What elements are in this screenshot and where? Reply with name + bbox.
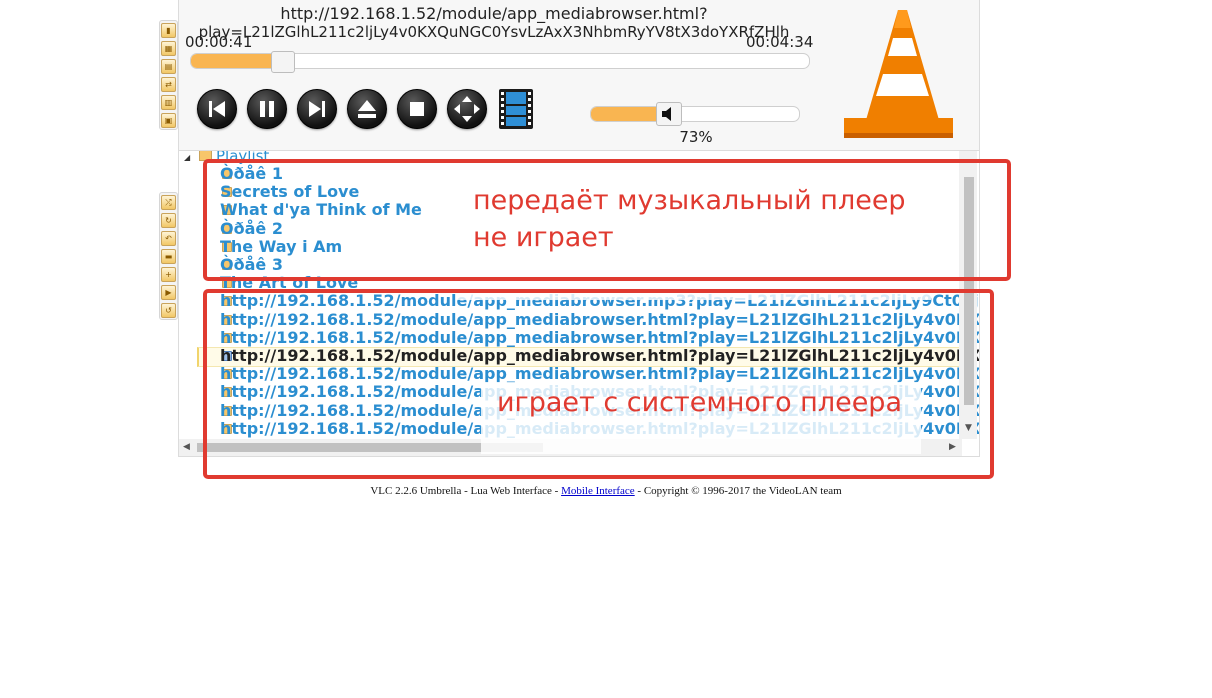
mobile-interface-link[interactable]: Mobile Interface <box>561 485 635 497</box>
scroll-left-icon[interactable]: ◀ <box>183 442 190 452</box>
annotation-text-top-line1: передаёт музыкальный плеер <box>473 185 906 216</box>
footer-suffix: - Copyright © 1996-2017 the VideoLAN tea… <box>634 485 842 497</box>
annotation-box-bottom <box>203 289 994 479</box>
browse-icon[interactable]: ▤ <box>161 59 176 74</box>
pause-icon <box>260 101 274 117</box>
vlc-cone-logo <box>844 10 953 138</box>
speaker-icon <box>662 107 671 121</box>
previous-icon <box>209 101 225 117</box>
footer: VLC 2.2.6 Umbrella - Lua Web Interface -… <box>0 485 1212 497</box>
time-elapsed: 00:00:41 <box>185 33 253 51</box>
collapse-triangle-icon[interactable]: ◢ <box>184 153 190 162</box>
stop-icon <box>410 102 424 116</box>
refresh-icon[interactable]: ↺ <box>161 303 176 318</box>
footer-prefix: VLC 2.2.6 Umbrella - Lua Web Interface - <box>370 485 562 497</box>
time-total: 00:04:34 <box>746 33 814 51</box>
grid-icon[interactable]: ▦ <box>161 41 176 56</box>
repeat-icon[interactable]: ⇄ <box>161 77 176 92</box>
left-toolbar-top: ▮ ▦ ▤ ⇄ ▥ ▣ <box>159 20 178 130</box>
media-title: http://192.168.1.52/module/app_mediabrow… <box>179 4 809 42</box>
undo-icon[interactable]: ↶ <box>161 231 176 246</box>
stream-icon[interactable]: ▣ <box>161 113 176 128</box>
next-button[interactable] <box>297 89 337 129</box>
next-icon <box>309 101 325 117</box>
fullscreen-icon <box>454 96 480 122</box>
player-panel: http://192.168.1.52/module/app_mediabrow… <box>178 0 980 150</box>
pause-button[interactable] <box>247 89 287 129</box>
previous-button[interactable] <box>197 89 237 129</box>
stop-button[interactable] <box>397 89 437 129</box>
volume-slider[interactable] <box>590 106 800 122</box>
eject-button[interactable] <box>347 89 387 129</box>
shuffle-icon[interactable]: ⤮ <box>161 195 176 210</box>
volume-handle[interactable] <box>656 102 682 126</box>
loop-icon[interactable]: ↻ <box>161 213 176 228</box>
left-toolbar-bottom: ⤮ ↻ ↶ ▬ + ▶ ↺ <box>159 192 178 320</box>
play-icon[interactable]: ▮ <box>161 23 176 38</box>
media-title-line1: http://192.168.1.52/module/app_mediabrow… <box>280 4 708 23</box>
film-icon[interactable] <box>497 88 535 130</box>
volume-percent: 73% <box>679 128 713 146</box>
play-icon[interactable]: ▶ <box>161 285 176 300</box>
media-title-line2: play=L21lZGlhL211c2ljLy4v0KXQuNGC0YsvLzA… <box>198 23 790 41</box>
seek-handle[interactable] <box>271 51 296 73</box>
equalizer-icon[interactable]: ▥ <box>161 95 176 110</box>
annotation-text-top-line2: не играет <box>473 222 614 253</box>
trash-icon[interactable]: ▬ <box>161 249 176 264</box>
seek-fill <box>191 54 275 68</box>
annotation-text-bottom: играет с системного плеера <box>497 387 902 418</box>
eject-icon <box>358 100 376 118</box>
add-icon[interactable]: + <box>161 267 176 282</box>
fullscreen-button[interactable] <box>447 89 487 129</box>
